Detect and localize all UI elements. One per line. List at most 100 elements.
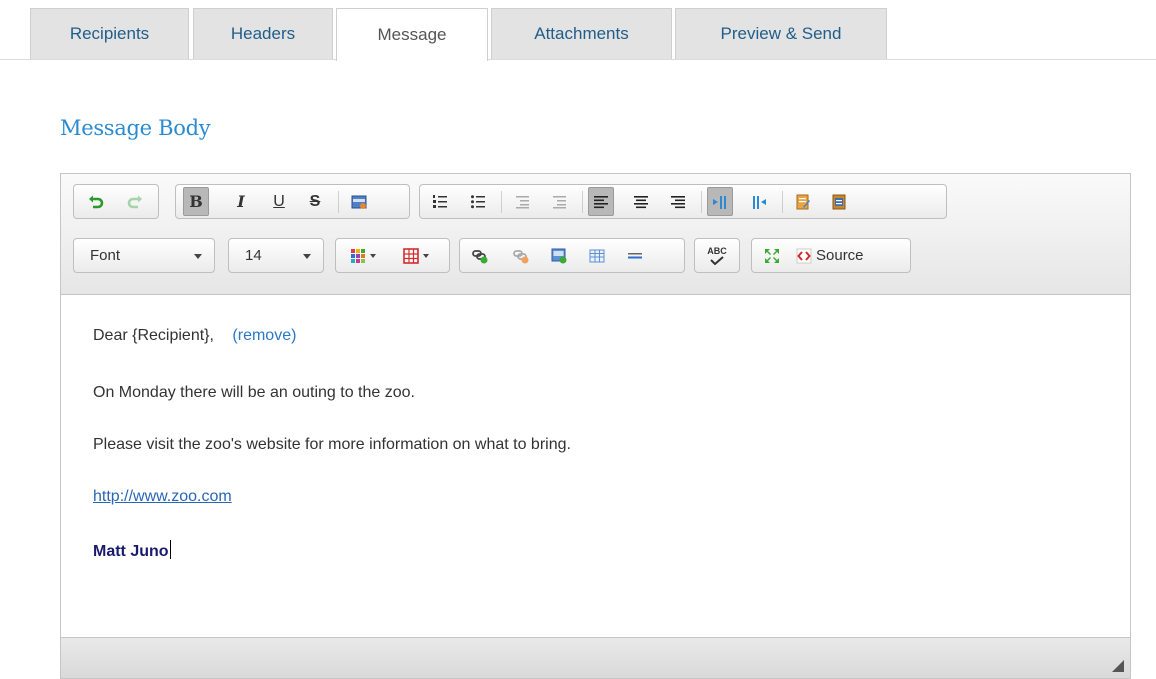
increase-indent-button[interactable] [546,187,572,216]
toolbar-separator [338,191,339,213]
spellcheck-icon: ABC [707,245,727,256]
table-icon [589,249,605,262]
rtl-icon [753,195,766,209]
tab-attachments[interactable]: Attachments [491,8,672,59]
align-left-icon [594,195,608,208]
align-center-icon [634,195,648,208]
section-title: Message Body [60,116,211,140]
editor-content[interactable]: Dear {Recipient}, (remove) On Monday the… [61,295,1130,637]
body-line: Please visit the zoo's website for more … [93,436,571,453]
source-button[interactable]: Source [796,241,904,270]
insert-link-button[interactable] [467,241,493,270]
text-color-button[interactable] [343,241,383,270]
image-icon [551,248,567,263]
history-group [73,184,159,219]
redo-icon [127,195,142,208]
text-ltr-button[interactable] [707,187,733,216]
align-center-button[interactable] [628,187,654,216]
font-family-value: Font [90,247,121,264]
paste-text-button[interactable] [790,187,816,216]
editor-statusbar [61,637,1130,678]
paragraph-group [419,184,947,219]
undo-button[interactable] [83,187,109,216]
insert-html-button[interactable] [346,187,372,216]
spellcheck-button[interactable]: ABC [704,241,730,270]
bold-button[interactable]: B [183,187,209,216]
italic-icon: I [237,192,245,211]
font-size-select[interactable]: 14 [228,238,324,273]
horizontal-rule-button[interactable] [622,241,648,270]
font-size-value: 14 [245,247,262,264]
insert-image-button[interactable] [546,241,572,270]
toolbar-separator [701,191,702,213]
insert-group [459,238,685,273]
outdent-icon [516,195,529,208]
source-code-icon [796,248,812,263]
align-right-icon [671,195,685,208]
toolbar-separator [582,191,583,213]
paste-text-icon [796,194,810,209]
ltr-icon [713,195,726,209]
body-line: On Monday there will be an outing to the… [93,384,415,401]
chevron-down-icon [303,254,311,259]
underline-icon: U [273,192,285,210]
maximize-button[interactable] [759,241,785,270]
bulleted-list-button[interactable] [465,187,491,216]
html-icon [351,195,367,209]
remove-link-button[interactable] [508,241,534,270]
table-color-button[interactable] [396,241,436,270]
paste-word-icon [832,194,846,209]
chevron-down-icon [194,254,202,259]
align-left-button[interactable] [588,187,614,216]
tab-headers[interactable]: Headers [193,8,333,59]
tab-label: Recipients [69,24,150,43]
insert-table-button[interactable] [584,241,610,270]
redo-button[interactable] [122,187,148,216]
indent-icon [553,195,566,208]
tab-label: Preview & Send [720,24,842,43]
tab-message[interactable]: Message [336,8,488,61]
signature-line: Matt Juno [93,540,171,561]
resize-grip-icon[interactable] [1112,660,1124,672]
chevron-down-icon [423,253,429,258]
website-link[interactable]: http://www.zoo.com [93,488,232,505]
website-line: http://www.zoo.com [93,488,232,506]
chevron-down-icon [370,253,376,258]
decrease-indent-button[interactable] [509,187,535,216]
tools-group: Source [751,238,911,273]
numbered-list-button[interactable] [427,187,453,216]
greeting-text: Dear {Recipient}, [93,327,214,344]
bold-icon: B [189,192,203,211]
italic-button[interactable]: I [228,187,254,216]
undo-icon [89,195,104,208]
paste-word-button[interactable] [826,187,852,216]
editor-toolbar: B I U S Font 14 ABC Source [61,174,1130,295]
maximize-icon [765,248,779,263]
text-rtl-button[interactable] [746,187,772,216]
tab-label: Message [377,25,447,44]
align-right-button[interactable] [665,187,691,216]
basic-styles-group: B I U S [175,184,410,219]
tab-preview-send[interactable]: Preview & Send [675,8,887,59]
tab-label: Attachments [534,24,629,43]
strikethrough-icon: S [309,192,321,210]
source-button-label: Source [816,247,864,264]
signature-text: Matt Juno [93,543,169,560]
horizontal-rule-icon [628,252,642,258]
text-cursor [169,540,171,559]
remove-merge-field-link[interactable]: (remove) [232,327,296,344]
rich-text-editor: B I U S Font 14 ABC Source Dear {Recipie… [60,173,1131,679]
tab-bar-divider [0,59,1156,60]
toolbar-separator [501,191,502,213]
tab-bar: Recipients Headers Message Attachments P… [0,8,1156,61]
bulleted-list-icon [471,194,485,208]
numbered-list-icon [433,194,447,208]
font-family-select[interactable]: Font [73,238,215,273]
checkmark-icon [710,255,724,265]
underline-button[interactable]: U [266,187,292,216]
tab-recipients[interactable]: Recipients [30,8,189,59]
strikethrough-button[interactable]: S [302,187,328,216]
color-palette-icon [351,248,365,263]
unlink-icon [513,249,529,263]
toolbar-separator [782,191,783,213]
